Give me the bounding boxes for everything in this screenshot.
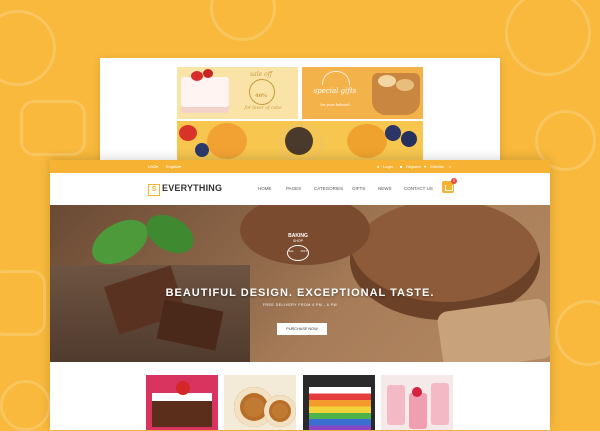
berry-cup-image [387, 385, 405, 425]
orange-slice-icon [207, 123, 247, 159]
bg-doodle-donut-icon [505, 0, 591, 76]
register-link[interactable]: Register [406, 164, 421, 169]
nav-item-pages[interactable]: PAGES [286, 186, 301, 191]
chevron-down-icon: ▾ [156, 164, 159, 169]
thumb-strawberry-cake[interactable] [146, 375, 218, 430]
promo-gifts-sub: for your beloved [320, 103, 350, 107]
rolling-pin-icon: Est. 1974 [287, 245, 309, 261]
promo-sale-percent: 40% [255, 93, 267, 99]
bread-roll-icon [378, 75, 396, 87]
cake-slice-image [181, 77, 229, 113]
lock-icon: ■ [400, 164, 403, 169]
user-icon: ● [377, 164, 380, 169]
language-select[interactable]: English [166, 164, 179, 169]
brand-name: EVERYTHING [162, 183, 223, 193]
swiss-roll-image [264, 395, 296, 427]
badge-est-text: Est. [289, 249, 295, 253]
hero-title: BEAUTIFUL DESIGN. EXCEPTIONAL TASTE. [165, 287, 435, 299]
promo-fruit-tarts-banner[interactable] [177, 121, 423, 161]
nav-item-news[interactable]: NEWS [378, 186, 392, 191]
strawberry-icon [203, 69, 213, 78]
promo-special-gifts[interactable]: special gifts for your beloved [302, 67, 423, 119]
bg-doodle-cookie-icon [0, 380, 51, 431]
rainbow-cake-image [309, 387, 371, 430]
top-bar: USD ▾ English ▾ ● Login ■ Register ♥ Wis… [50, 160, 550, 173]
mint-leaf-icon [85, 213, 155, 271]
bread-roll-icon [396, 79, 414, 91]
mint-leaf-icon [140, 210, 200, 258]
sun-rays-icon [322, 71, 350, 85]
hero-subtitle: FREE DELIVERY FROM 4 PM - 6 PM [262, 303, 338, 307]
promo-sale-off[interactable]: sale off 40% for lover of cake [177, 67, 298, 119]
strawberry-icon [176, 381, 190, 395]
bg-doodle-cookie-icon [210, 0, 276, 41]
sale-badge-circle [249, 79, 275, 105]
brand-logo[interactable]: S EVERYTHING [148, 183, 222, 196]
heart-icon: ♥ [424, 164, 427, 169]
cake-slice-image [152, 397, 212, 427]
website-mockup: USD ▾ English ▾ ● Login ■ Register ♥ Wis… [50, 160, 550, 430]
chevron-down-icon: ▾ [179, 164, 182, 169]
wheat-wreath-icon [279, 124, 323, 161]
raspberry-icon [412, 387, 422, 397]
thumb-berry-cups[interactable] [381, 375, 453, 430]
promo-sale-line3: for lover of cake [244, 106, 282, 111]
purchase-now-button[interactable]: PURCHASE NOW [277, 323, 327, 335]
cart-button[interactable]: 0 [442, 178, 457, 193]
berry-cup-image [409, 393, 427, 429]
blueberry-icon [385, 125, 401, 141]
nav-item-gifts[interactable]: GIFTS [352, 186, 365, 191]
logo-mark: S [148, 184, 160, 196]
orange-slice-icon [347, 124, 387, 158]
nav-item-categories[interactable]: CATEGORIES [314, 186, 343, 191]
nav-item-contact[interactable]: CONTACT US [404, 186, 433, 191]
thumb-swiss-roll[interactable] [224, 375, 296, 430]
promo-sale-line1: sale off [250, 71, 272, 78]
cart-count-badge: 0 [451, 178, 457, 184]
bg-doodle-cup-icon [0, 270, 46, 336]
bg-doodle-donut-icon [0, 10, 56, 86]
thumb-rainbow-cake[interactable] [303, 375, 375, 430]
badge-year-text: 1974 [300, 249, 307, 253]
wishlist-link[interactable]: Wishlist [430, 164, 444, 169]
badge-mid-text: SHOP [293, 239, 303, 243]
strawberry-icon [179, 125, 197, 141]
login-link[interactable]: Login [383, 164, 393, 169]
baking-shop-badge: BAKING SHOP Est. 1974 [272, 233, 324, 277]
blueberry-icon [401, 131, 417, 147]
bg-doodle-donut-icon [555, 300, 600, 366]
promo-gifts-title: special gifts [313, 87, 357, 95]
main-navbar: S EVERYTHING HOME PAGES CATEGORIES GIFTS … [50, 173, 550, 206]
nav-item-home[interactable]: HOME [258, 186, 272, 191]
hero-banner: BAKING SHOP Est. 1974 BEAUTIFUL DESIGN. … [50, 205, 550, 362]
berry-cup-image [431, 383, 449, 425]
search-icon[interactable]: ⌕ [449, 164, 451, 169]
strawberry-icon [191, 71, 203, 81]
cart-icon [445, 185, 453, 191]
bg-doodle-cake-icon [20, 100, 86, 156]
